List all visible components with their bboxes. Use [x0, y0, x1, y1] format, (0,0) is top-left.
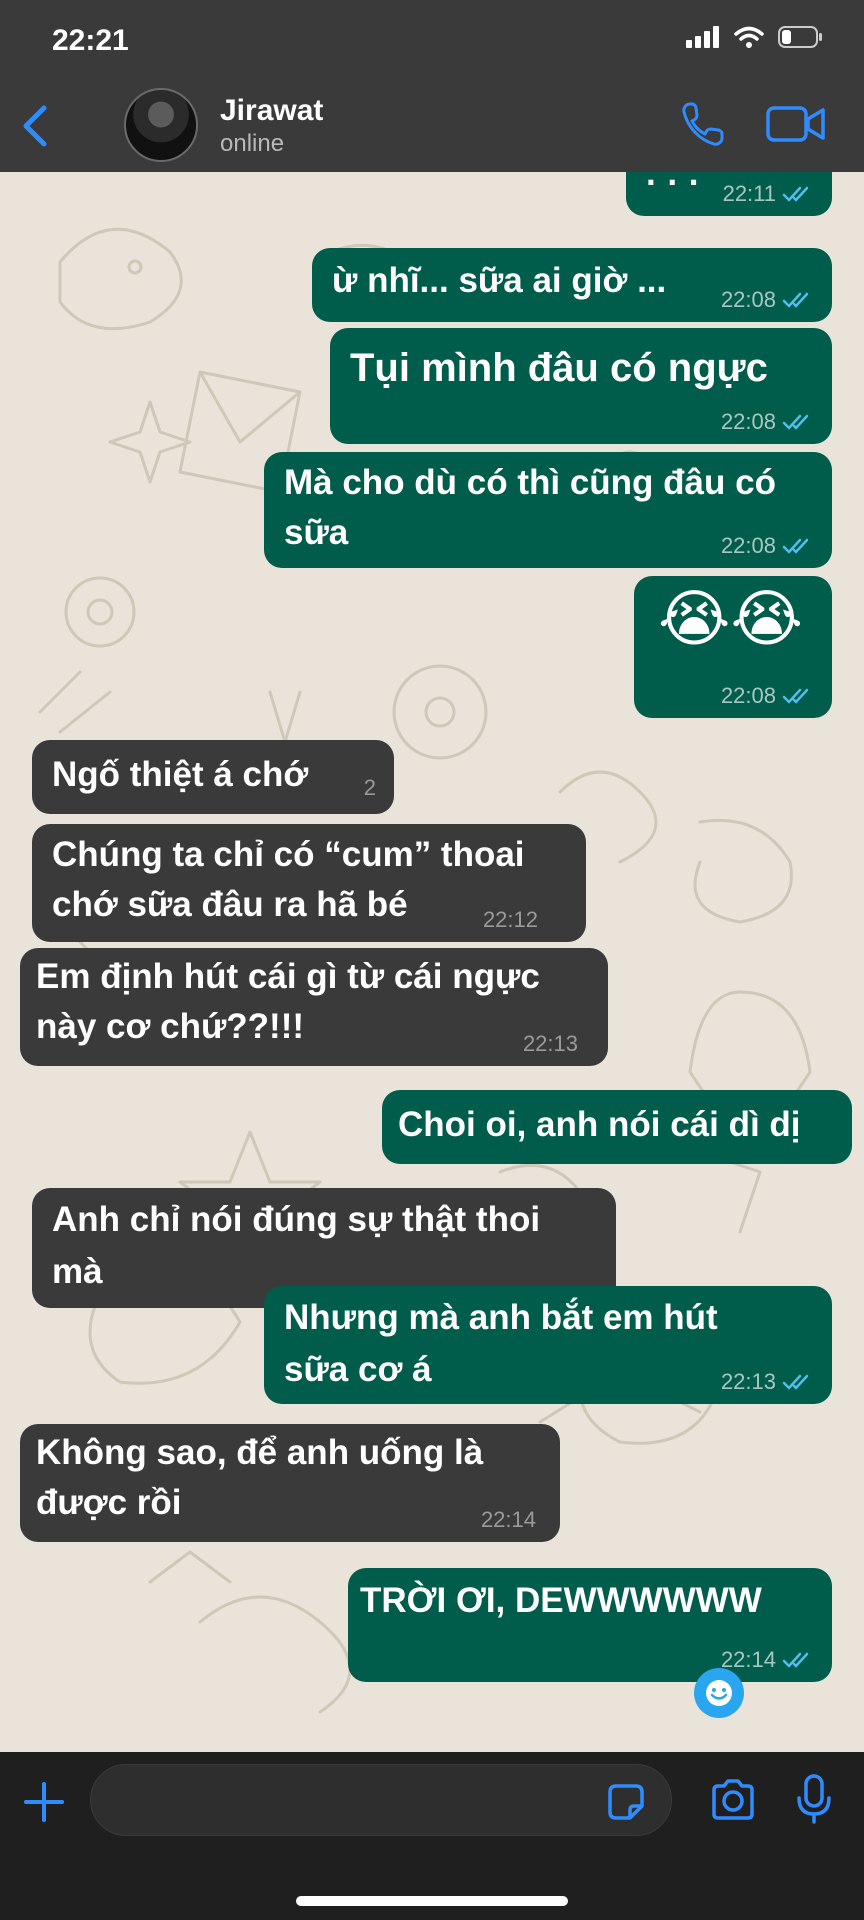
message-time: 2: [363, 775, 376, 800]
message-time: 22:14: [720, 1647, 776, 1672]
message-meta: 22:14: [481, 1508, 536, 1532]
message-time: 22:14: [480, 1507, 536, 1532]
message-bubble-outgoing[interactable]: Mà cho dù có thì cũng đâu có sữa 22:08: [264, 452, 832, 568]
message-time: 22:08: [720, 287, 776, 312]
double-check-icon: [782, 1652, 809, 1668]
double-check-icon: [782, 414, 809, 430]
double-check-icon: [782, 688, 809, 704]
message-meta: 22:13: [721, 1370, 814, 1394]
message-time: 22:13: [522, 1031, 578, 1056]
message-bubble-outgoing[interactable]: 😭😭 22:08: [634, 576, 832, 718]
wifi-icon: [734, 26, 764, 48]
message-bubble-incoming[interactable]: Không sao, để anh uống là được rồi 22:14: [20, 1424, 560, 1542]
video-camera-icon[interactable]: [766, 102, 826, 146]
double-check-icon: [782, 292, 809, 308]
chat-area[interactable]: · · · 22:11 ừ nhĩ... sữa ai giờ ... 22:0…: [0, 172, 864, 1752]
phone-icon[interactable]: [680, 100, 726, 148]
message-time: 22:13: [720, 1369, 776, 1394]
chevron-left-icon[interactable]: [16, 102, 56, 150]
home-indicator: [296, 1896, 568, 1906]
message-meta: 22:08: [716, 287, 814, 312]
composer-bar: [0, 1752, 864, 1920]
status-bar: 22:21: [0, 0, 864, 80]
message-meta: 2: [364, 776, 376, 800]
message-bubble-incoming[interactable]: Chúng ta chỉ có “cum” thoai chớ sữa đâu …: [32, 824, 586, 942]
avatar[interactable]: [124, 88, 198, 162]
message-meta: 22:08: [721, 684, 814, 708]
smiley-icon: [706, 1680, 732, 1706]
contact-status: online: [220, 130, 285, 157]
double-check-icon: [782, 538, 809, 554]
message-text: Choi oi, anh nói cái dì dị: [398, 1105, 801, 1144]
message-text: Tụi mình đâu có ngực: [350, 346, 768, 390]
message-time: 22:08: [720, 409, 776, 434]
message-text: Không sao, để anh uống là được rồi: [36, 1433, 484, 1522]
message-time: 22:11: [722, 181, 776, 206]
message-bubble-outgoing[interactable]: TRỜI ƠI, DEWWWWWW 22:14: [348, 1568, 832, 1682]
message-text: ừ nhĩ... sữa ai giờ ...: [332, 261, 667, 300]
message-bubble-outgoing[interactable]: ừ nhĩ... sữa ai giờ ... 22:08: [312, 248, 832, 322]
message-text: Em định hút cái gì từ cái ngực này cơ ch…: [36, 957, 540, 1046]
message-time: 22:08: [720, 533, 776, 558]
message-text: Chúng ta chỉ có “cum” thoai chớ sữa đâu …: [52, 835, 525, 924]
message-bubble-outgoing[interactable]: Nhưng mà anh bắt em hút sữa cơ á 22:13: [264, 1286, 832, 1404]
message-bubble-outgoing[interactable]: Choi oi, anh nói cái dì dị: [382, 1090, 852, 1164]
message-meta: 22:14: [721, 1648, 814, 1672]
message-text: 😭😭: [658, 585, 803, 654]
message-text: Nhưng mà anh bắt em hút sữa cơ á: [284, 1298, 718, 1389]
status-time: 22:21: [52, 24, 129, 57]
plus-icon[interactable]: [24, 1782, 64, 1822]
message-meta: 22:08: [721, 410, 814, 434]
microphone-icon[interactable]: [796, 1774, 832, 1824]
sticker-icon[interactable]: [606, 1782, 646, 1822]
double-check-icon: [782, 186, 809, 202]
battery-icon: [778, 26, 822, 48]
message-meta: 22:11: [723, 182, 814, 206]
message-time: 22:12: [482, 907, 538, 932]
message-meta: 22:12: [483, 908, 538, 932]
message-text: Anh chỉ nói đúng sự thật thoi mà: [52, 1200, 541, 1291]
double-check-icon: [782, 1374, 809, 1390]
signal-icon: [686, 26, 719, 48]
message-time: 22:08: [720, 683, 776, 708]
message-text: Mà cho dù có thì cũng đâu có sữa: [284, 463, 776, 552]
message-text: · · ·: [646, 172, 701, 202]
camera-icon[interactable]: [710, 1778, 756, 1822]
message-text: Ngố thiệt á chớ: [52, 755, 309, 794]
message-input[interactable]: [90, 1764, 672, 1836]
message-bubble-incoming[interactable]: Em định hút cái gì từ cái ngực này cơ ch…: [20, 948, 608, 1066]
emoji-badge-icon[interactable]: [694, 1668, 744, 1718]
contact-name[interactable]: Jirawat: [220, 94, 323, 128]
message-bubble-outgoing[interactable]: Tụi mình đâu có ngực 22:08: [330, 328, 832, 444]
message-meta: 22:08: [721, 534, 814, 558]
status-icons: [686, 26, 824, 48]
message-bubble-incoming[interactable]: Ngố thiệt á chớ 2: [32, 740, 394, 814]
chat-header: Jirawat online: [0, 80, 864, 172]
message-text: TRỜI ƠI, DEWWWWWW: [360, 1581, 762, 1620]
message-bubble-outgoing[interactable]: · · · 22:11: [626, 172, 832, 216]
message-meta: 22:13: [523, 1032, 578, 1056]
